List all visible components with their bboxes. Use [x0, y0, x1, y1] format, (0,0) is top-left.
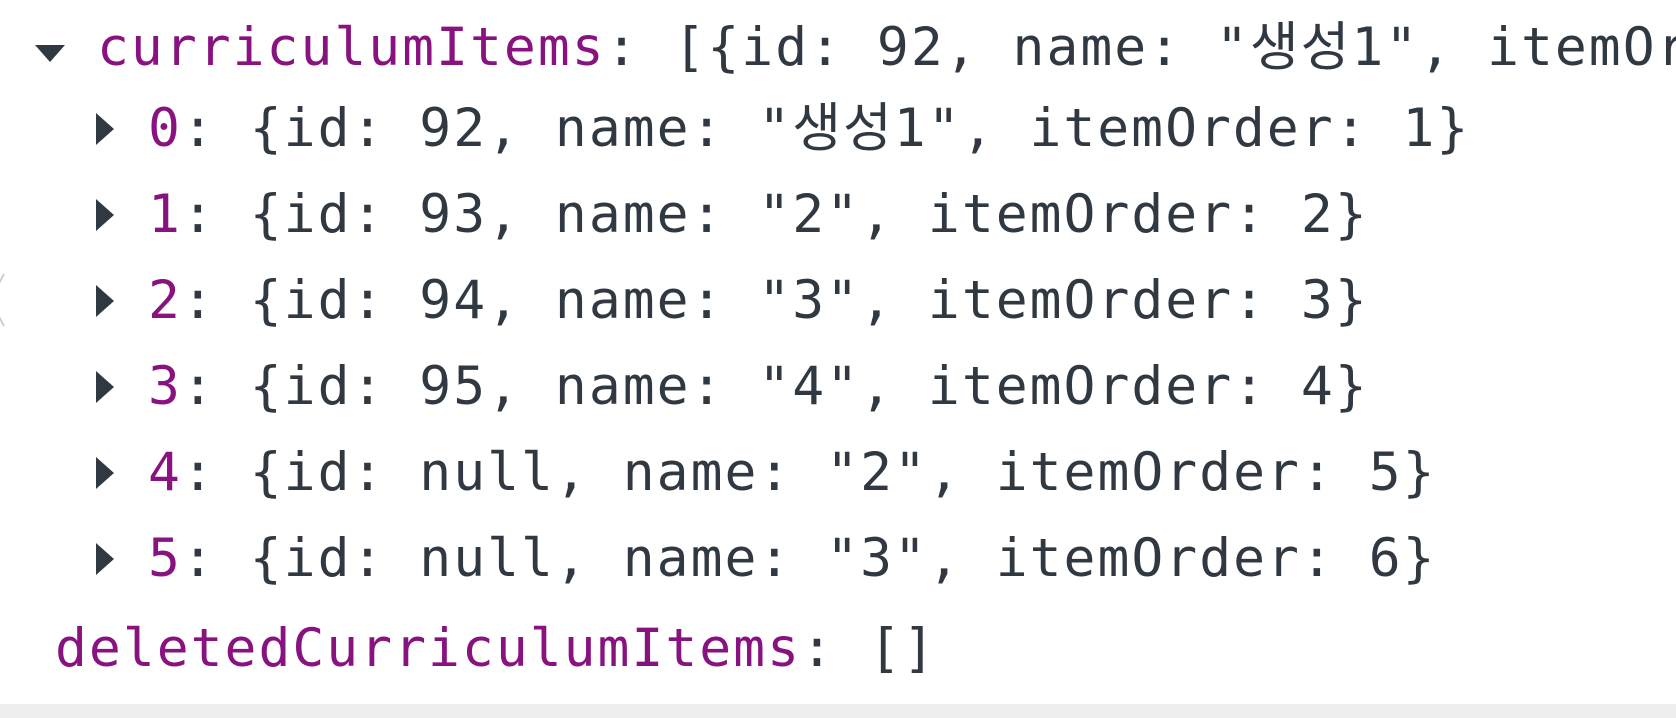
console-object-view: curriculumItems: [{id: 92, name: "생성1", … — [0, 0, 1676, 704]
array-item-2[interactable]: 2: {id: 94, name: "3", itemOrder: 3} — [148, 258, 1369, 344]
item-preview: {id: 95, name: "4", itemOrder: 4} — [249, 356, 1369, 417]
array-item-1[interactable]: 1: {id: 93, name: "2", itemOrder: 2} — [148, 172, 1369, 258]
array-item-3[interactable]: 3: {id: 95, name: "4", itemOrder: 4} — [148, 344, 1369, 430]
collapse-triangle-right-icon[interactable] — [96, 371, 114, 403]
array-index: 1 — [148, 184, 182, 245]
property-separator: : — [801, 618, 869, 679]
array-item-4[interactable]: 4: {id: null, name: "2", itemOrder: 5} — [148, 430, 1437, 516]
item-separator: : — [181, 528, 250, 589]
console-bottom-border — [0, 704, 1676, 718]
item-separator: : — [181, 442, 250, 503]
item-separator: : — [181, 184, 250, 245]
collapse-triangle-right-icon[interactable] — [96, 199, 114, 231]
item-separator: : — [181, 270, 250, 331]
property-separator: : — [605, 17, 674, 78]
item-preview: {id: 93, name: "2", itemOrder: 2} — [249, 184, 1369, 245]
collapse-triangle-right-icon[interactable] — [96, 285, 114, 317]
property-key: curriculumItems — [97, 17, 606, 78]
expand-triangle-down-icon[interactable] — [35, 45, 65, 62]
array-index: 5 — [148, 528, 182, 589]
item-preview: {id: null, name: "2", itemOrder: 5} — [249, 442, 1437, 503]
property-curriculum-items[interactable]: curriculumItems: [{id: 92, name: "생성1", … — [97, 5, 1676, 91]
property-preview: [{id: 92, name: "생성1", itemOrde — [673, 17, 1676, 78]
array-index: 4 — [148, 442, 182, 503]
property-deleted-curriculum-items: deletedCurriculumItems: [] — [55, 606, 937, 692]
array-item-5[interactable]: 5: {id: null, name: "3", itemOrder: 6} — [148, 516, 1437, 602]
property-key: deletedCurriculumItems — [55, 618, 801, 679]
item-preview: {id: 92, name: "생성1", itemOrder: 1} — [249, 98, 1471, 159]
collapse-triangle-right-icon[interactable] — [96, 457, 114, 489]
item-separator: : — [181, 98, 250, 159]
collapse-triangle-right-icon[interactable] — [96, 543, 114, 575]
item-preview: {id: null, name: "3", itemOrder: 6} — [249, 528, 1437, 589]
item-preview: {id: 94, name: "3", itemOrder: 3} — [249, 270, 1369, 331]
item-separator: : — [181, 356, 250, 417]
property-value: [] — [868, 618, 937, 679]
array-item-0[interactable]: 0: {id: 92, name: "생성1", itemOrder: 1} — [148, 86, 1470, 172]
array-index: 2 — [148, 270, 182, 331]
array-index: 0 — [148, 98, 182, 159]
chevron-left-edge-icon — [0, 273, 5, 327]
collapse-triangle-right-icon[interactable] — [96, 113, 114, 145]
array-index: 3 — [148, 356, 182, 417]
